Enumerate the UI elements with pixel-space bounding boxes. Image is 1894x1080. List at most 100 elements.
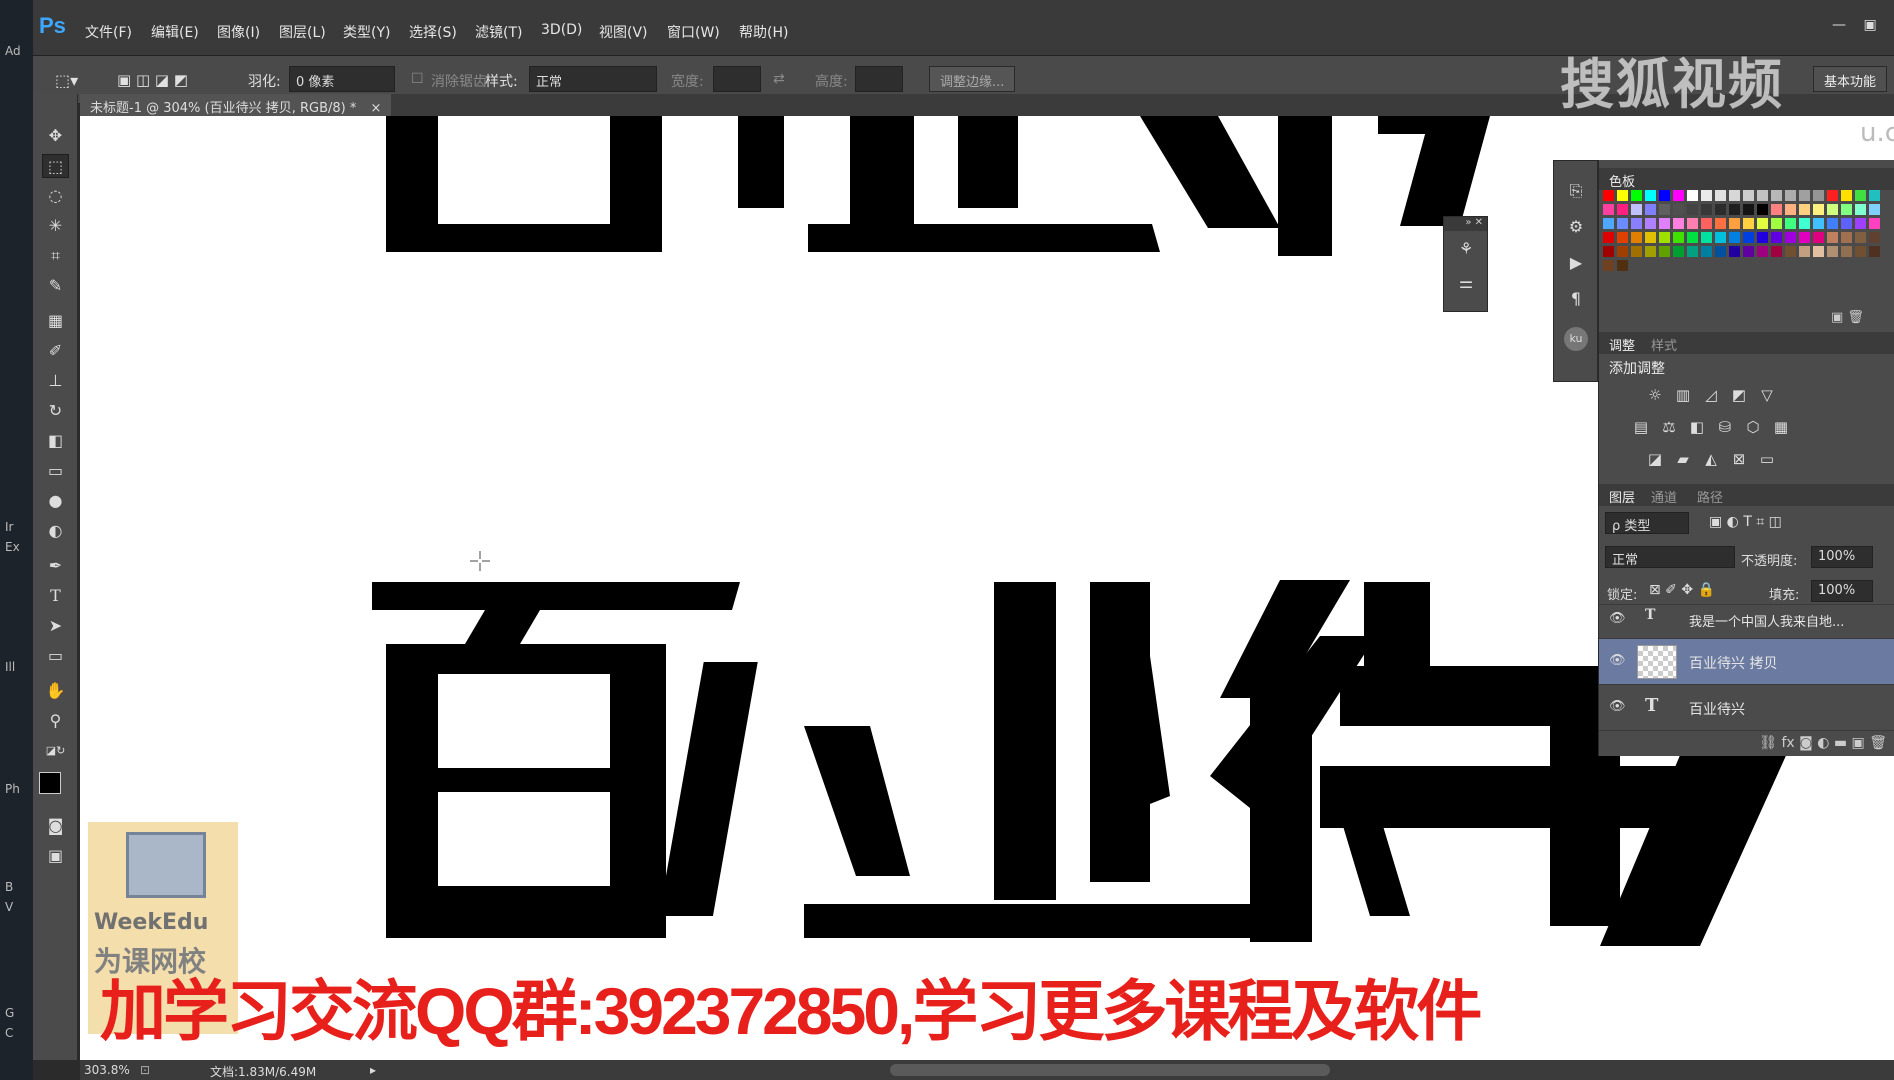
type-tool-icon[interactable]: T [42,584,69,608]
color-swatch[interactable] [1743,190,1754,201]
horizontal-scrollbar[interactable] [890,1064,1330,1076]
color-swatch[interactable] [1631,218,1642,229]
gradient-map-icon[interactable]: ▭ [1757,450,1777,470]
color-swatch[interactable] [1855,232,1866,243]
tab-styles[interactable]: 样式 [1651,335,1677,354]
color-swatch[interactable] [1813,218,1824,229]
zoom-level[interactable]: 303.8% [84,1063,130,1077]
color-swatch[interactable] [1729,218,1740,229]
height-input[interactable] [855,66,903,92]
stamp-tool-icon[interactable]: ⊥ [42,369,69,393]
posterize-icon[interactable]: ▰ [1673,450,1693,470]
color-swatch[interactable] [1603,260,1614,271]
maximize-button[interactable]: ▣ [1857,17,1883,39]
layer-row-selected[interactable]: 👁 百业待兴 拷贝 [1599,638,1894,684]
color-swatch[interactable] [1701,218,1712,229]
color-swatch[interactable] [1729,190,1740,201]
color-swatch[interactable] [1701,204,1712,215]
color-swatch[interactable] [1729,232,1740,243]
color-swatch[interactable] [1757,232,1768,243]
color-swatch[interactable] [1799,246,1810,257]
marquee-tool-icon[interactable]: ⬚ [42,154,69,178]
color-swatch[interactable] [1729,204,1740,215]
vibrance-icon[interactable]: ▽ [1757,386,1777,406]
menu-type[interactable]: 类型(Y) [343,22,390,42]
color-swatch[interactable] [1673,204,1684,215]
color-swatch[interactable] [1687,204,1698,215]
color-swatch[interactable] [1869,246,1880,257]
blur-tool-icon[interactable]: ● [42,489,69,513]
menu-window[interactable]: 窗口(W) [667,22,720,42]
status-arrow-icon[interactable]: ▸ [370,1063,376,1077]
color-swatch[interactable] [1673,218,1684,229]
layer-row[interactable]: 👁 T 我是一个中国人我来自地... [1599,604,1894,638]
workspace-button[interactable]: 基本功能 [1813,66,1888,92]
color-swatch[interactable] [1631,204,1642,215]
invert-icon[interactable]: ◪ [1645,450,1665,470]
color-swatch[interactable] [1869,218,1880,229]
tab-paths[interactable]: 路径 [1697,487,1723,506]
color-swatch[interactable] [1603,190,1614,201]
color-swatch[interactable] [1729,246,1740,257]
color-swatch[interactable] [1785,190,1796,201]
color-swatch[interactable] [1631,246,1642,257]
gradient-tool-icon[interactable]: ▭ [42,459,69,483]
kuler-icon[interactable]: ku [1564,327,1588,351]
color-swatch[interactable] [1855,218,1866,229]
selective-color-icon[interactable]: ⊠ [1729,450,1749,470]
color-swatch[interactable] [1603,204,1614,215]
menu-edit[interactable]: 编辑(E) [151,22,199,42]
color-swatch[interactable] [1659,190,1670,201]
width-input[interactable] [713,66,761,92]
color-swatch[interactable] [1813,204,1824,215]
color-swatch[interactable] [1645,218,1656,229]
color-swatch[interactable] [1673,190,1684,201]
brightness-icon[interactable]: ☼ [1645,386,1665,406]
color-swatch[interactable] [1743,232,1754,243]
magic-wand-icon[interactable]: ✳ [42,214,69,238]
color-swatch[interactable] [1617,232,1628,243]
brush-panel-icon[interactable]: ⚘ [1454,239,1478,263]
color-swatch[interactable] [1757,204,1768,215]
color-swatch[interactable] [1813,246,1824,257]
color-swatch[interactable] [1617,260,1628,271]
color-swatch[interactable] [1841,232,1852,243]
color-swatch[interactable] [1855,190,1866,201]
layer-filter-icons[interactable]: ▣ ◐ T ⌗ ◫ [1709,514,1782,530]
refine-edge-button[interactable]: 调整边缘... [929,66,1016,92]
color-swatch[interactable] [1701,232,1712,243]
hue-saturation-icon[interactable]: ▤ [1631,418,1651,438]
color-swatch[interactable] [1813,232,1824,243]
mini-panel-close-icon[interactable]: » ✕ [1444,217,1487,231]
color-swatch[interactable] [1799,204,1810,215]
menu-3d[interactable]: 3D(D) [541,22,582,38]
swatch-actions-icon[interactable]: ▣ 🗑 [1831,310,1864,325]
color-swatch[interactable] [1771,218,1782,229]
color-swatch[interactable] [1785,246,1796,257]
tab-layers[interactable]: 图层 [1609,487,1635,506]
color-swatch[interactable] [1687,190,1698,201]
color-swatch[interactable] [1841,246,1852,257]
menu-layer[interactable]: 图层(L) [279,22,326,42]
color-swatch[interactable] [1771,204,1782,215]
color-swatch[interactable] [1743,246,1754,257]
color-swatch[interactable] [1659,204,1670,215]
visibility-eye-icon[interactable]: 👁 [1609,611,1627,629]
color-swatch[interactable] [1687,218,1698,229]
lock-icons[interactable]: ⊠ ✐ ✥ 🔒 [1649,582,1715,598]
visibility-eye-icon[interactable]: 👁 [1609,653,1627,671]
move-tool-icon[interactable]: ✥ [42,124,69,148]
pen-tool-icon[interactable]: ✒ [42,554,69,578]
zoom-tool-icon[interactable]: ⚲ [42,709,69,733]
color-swatch[interactable] [1785,232,1796,243]
lasso-tool-icon[interactable]: ◌ [42,184,69,208]
menu-image[interactable]: 图像(I) [217,22,260,42]
properties-panel-icon[interactable]: ⚙ [1564,217,1588,241]
color-swatch[interactable] [1827,218,1838,229]
actions-play-icon[interactable]: ▶ [1564,253,1588,277]
color-swatch[interactable] [1715,232,1726,243]
hand-tool-icon[interactable]: ✋ [42,679,69,703]
eyedropper-icon[interactable]: ✎ [42,274,69,298]
color-swatch[interactable] [1715,246,1726,257]
color-swatch[interactable] [1617,204,1628,215]
